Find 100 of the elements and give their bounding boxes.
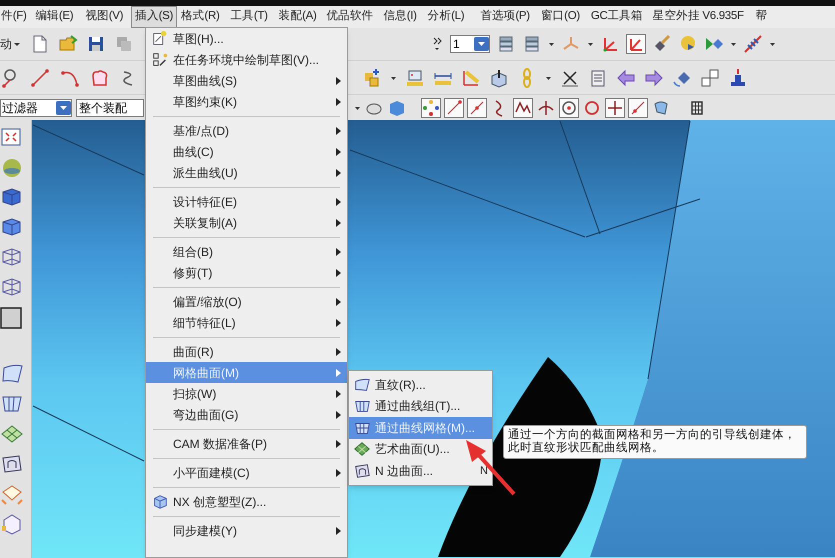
submenu-arrow-icon (336, 248, 341, 256)
menu-item[interactable]: 件(F) (0, 6, 30, 28)
menu-item[interactable]: 工具(T) (226, 6, 272, 28)
coordinate-system-icon[interactable] (626, 34, 646, 54)
submenu-arrow-icon (336, 440, 341, 448)
heart-shape-icon[interactable] (90, 68, 110, 88)
menu-item[interactable]: 同步建模(Y) (146, 520, 347, 541)
color-swatch-icon[interactable] (0, 306, 24, 330)
start-button[interactable]: 动 (0, 35, 22, 53)
menu-item[interactable]: 插入(S) (131, 6, 178, 28)
submenu-arrow-icon (336, 268, 341, 276)
add-component-icon[interactable] (362, 68, 382, 88)
menu-item-label: 曲面(R) (173, 344, 215, 360)
menu-item[interactable]: 草图约束(K) (146, 91, 347, 112)
menu-item[interactable]: 优品软件 (322, 6, 378, 28)
menu-item-label: 在任务环境中绘制草图(V)... (173, 52, 320, 68)
right-arrow-icon[interactable] (644, 68, 664, 88)
menu-item[interactable]: 分析(L) (424, 6, 468, 28)
submenu-arrow-icon (336, 318, 341, 326)
mid-point-icon[interactable] (467, 98, 487, 118)
menu-item[interactable]: 草图曲线(S) (146, 70, 347, 91)
line-icon[interactable] (30, 68, 50, 88)
menu-item[interactable]: 偏置/缩放(O) (146, 291, 347, 312)
menu-item[interactable]: 在任务环境中绘制草图(V)... (146, 49, 347, 70)
menu-item[interactable]: 基准/点(D) (146, 120, 347, 141)
submenu-arrow-icon (336, 410, 341, 418)
menu-item-label: 草图(H)... (173, 30, 225, 48)
menu-item-label: 设计特征(E) (173, 194, 238, 210)
menu-item[interactable]: 关联复制(A) (146, 212, 347, 233)
menu-item-label: 同步建模(Y) (173, 522, 238, 540)
menu-item[interactable]: NX 创意塑型(Z)... (146, 491, 347, 512)
end-point-icon[interactable] (444, 98, 464, 118)
menu-item-label: 通过曲线网格(M)... (375, 420, 476, 437)
menu-item[interactable]: 设计特征(E) (146, 191, 347, 212)
plus-point-icon[interactable] (605, 98, 625, 118)
menu-item[interactable]: 编辑(E) (31, 6, 78, 28)
menu-item[interactable]: 首选项(P) (476, 6, 534, 28)
shortcut-key: N (480, 462, 488, 479)
submenu-arrow-icon (336, 526, 341, 534)
menu-item-label: CAM 数据准备(P) (173, 436, 268, 452)
menu-item[interactable]: 格式(R) (177, 6, 224, 28)
menu-item-label: 曲线(C) (173, 144, 215, 160)
menu-item-label: NX 创意塑型(Z)... (173, 494, 268, 510)
sphere-icon[interactable] (0, 156, 24, 180)
menu-item[interactable]: 装配(A) (274, 6, 321, 28)
snap-points-icon[interactable] (421, 98, 441, 118)
base-stand-icon[interactable] (728, 68, 748, 88)
menu-item-label: 草图曲线(S) (173, 72, 238, 90)
left-arrow-icon[interactable] (616, 68, 636, 88)
wave-point-icon[interactable] (513, 98, 533, 118)
menu-item-label: 通过曲线组(T)... (375, 398, 462, 416)
angle-ruler-icon[interactable] (461, 68, 481, 88)
menu-item-label: 关联复制(A) (173, 214, 238, 232)
sketch-icon (150, 30, 168, 48)
task-sketch-icon (150, 50, 168, 68)
layer-dropdown[interactable]: 1 (450, 35, 490, 53)
menu-item[interactable]: 曲线(C) (146, 141, 347, 162)
menu-item-label: 偏置/缩放(O) (173, 294, 243, 310)
submenu-arrow-icon (336, 76, 341, 84)
menu-item-label: N 边曲面... (375, 462, 434, 480)
menu-item[interactable]: 组合(B) (146, 241, 347, 262)
menu-item-label: 派生曲线(U) (173, 164, 239, 182)
submenu-arrow-icon (336, 390, 341, 398)
arc-center-icon[interactable] (559, 98, 579, 118)
menu-item[interactable]: 视图(V) (81, 6, 128, 28)
menu-item-label: 扫掠(W) (173, 386, 218, 402)
menu-item[interactable]: 细节特征(L) (146, 312, 347, 333)
menu-item[interactable]: 帮 (752, 6, 772, 28)
submenu-arrow-icon (336, 198, 341, 206)
menu-item-label: 直纹(R)... (375, 376, 427, 394)
submenu-arrow-icon (336, 126, 341, 134)
menu-item[interactable]: 信息(I) (379, 6, 421, 28)
menu-item[interactable]: N 边曲面... N (349, 460, 492, 482)
menu-item[interactable]: 派生曲线(U) (146, 162, 347, 183)
menu-item-label: 草图约束(K) (173, 94, 238, 110)
menu-item[interactable]: GC工具箱 (586, 6, 647, 28)
menu-item[interactable]: 弯边曲面(G) (146, 404, 347, 425)
menu-item[interactable]: 小平面建模(C) (146, 462, 347, 483)
type-filter-dropdown[interactable]: 过滤器 (0, 98, 72, 116)
save-icon[interactable] (86, 34, 106, 54)
menu-item[interactable]: 通过曲线组(T)... (349, 396, 492, 417)
measure-icon[interactable] (405, 68, 425, 88)
menu-item-label: 网格曲面(M) (173, 364, 240, 382)
submenu-arrow-icon (336, 148, 341, 156)
menu-item[interactable]: 修剪(T) (146, 262, 347, 283)
menu-item[interactable]: 艺术曲面(U)... (349, 438, 492, 460)
menu-item[interactable]: CAM 数据准备(P) (146, 433, 347, 454)
tooltip: 通过一个方向的截面网格和另一方向的引导线创建体，此时直纹形状匹配曲线网格。 (503, 425, 807, 459)
menu-item[interactable]: 曲面(R) (146, 341, 347, 362)
menu-item[interactable]: 直纹(R)... (349, 374, 492, 396)
assembly-scope-field[interactable]: 整个装配 (76, 98, 144, 116)
n-sided-surface-icon (353, 462, 371, 480)
squares-icon[interactable] (700, 68, 720, 88)
menu-item-label: 弯边曲面(G) (173, 406, 240, 424)
menu-item[interactable]: 窗口(O) (536, 6, 584, 28)
submenu-arrow-icon (336, 98, 341, 106)
box-icon[interactable] (489, 68, 509, 88)
menu-item[interactable]: 星空外挂 V6.935F (648, 6, 748, 28)
menu-item[interactable]: 草图(H)... (146, 28, 347, 49)
menu-item[interactable]: 扫掠(W) (146, 383, 347, 404)
